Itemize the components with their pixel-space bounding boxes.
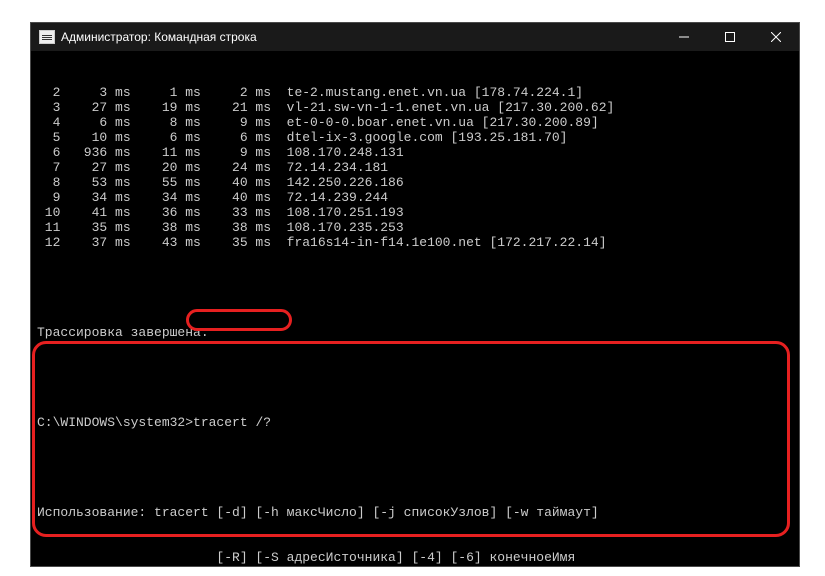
minimize-button[interactable]	[661, 23, 707, 51]
usage-line: [-R] [-S адресИсточника] [-4] [-6] конеч…	[37, 550, 793, 565]
close-button[interactable]	[753, 23, 799, 51]
cmd-icon	[39, 30, 55, 44]
tracert-row: 7 27 ms 20 ms 24 ms 72.14.234.181	[37, 160, 793, 175]
blank-line	[37, 280, 793, 295]
tracert-row: 4 6 ms 8 ms 9 ms et-0-0-0.boar.enet.vn.u…	[37, 115, 793, 130]
tracert-hops: 2 3 ms 1 ms 2 ms te-2.mustang.enet.vn.ua…	[37, 85, 793, 250]
tracert-row: 11 35 ms 38 ms 38 ms 108.170.235.253	[37, 220, 793, 235]
tracert-row: 12 37 ms 43 ms 35 ms fra16s14-in-f14.1e1…	[37, 235, 793, 250]
blank-line	[37, 370, 793, 385]
window-controls	[661, 23, 799, 51]
terminal-output[interactable]: 2 3 ms 1 ms 2 ms te-2.mustang.enet.vn.ua…	[31, 51, 799, 566]
tracert-row: 10 41 ms 36 ms 33 ms 108.170.251.193	[37, 205, 793, 220]
trace-complete: Трассировка завершена.	[37, 325, 793, 340]
tracert-row: 2 3 ms 1 ms 2 ms te-2.mustang.enet.vn.ua…	[37, 85, 793, 100]
tracert-row: 6 936 ms 11 ms 9 ms 108.170.248.131	[37, 145, 793, 160]
tracert-row: 3 27 ms 19 ms 21 ms vl-21.sw-vn-1-1.enet…	[37, 100, 793, 115]
tracert-row: 9 34 ms 34 ms 40 ms 72.14.239.244	[37, 190, 793, 205]
blank-line	[37, 460, 793, 475]
tracert-row: 8 53 ms 55 ms 40 ms 142.250.226.186	[37, 175, 793, 190]
maximize-button[interactable]	[707, 23, 753, 51]
command-prompt-window: Администратор: Командная строка 2 3 ms 1…	[30, 22, 800, 567]
titlebar[interactable]: Администратор: Командная строка	[31, 23, 799, 51]
prompt-line: C:\WINDOWS\system32>tracert /?	[37, 415, 793, 430]
tracert-row: 5 10 ms 6 ms 6 ms dtel-ix-3.google.com […	[37, 130, 793, 145]
usage-line: Использование: tracert [-d] [-h максЧисл…	[37, 505, 793, 520]
prompt-path: C:\WINDOWS\system32>	[37, 415, 193, 430]
prompt-command: tracert /?	[193, 415, 271, 430]
window-title: Администратор: Командная строка	[61, 30, 257, 44]
